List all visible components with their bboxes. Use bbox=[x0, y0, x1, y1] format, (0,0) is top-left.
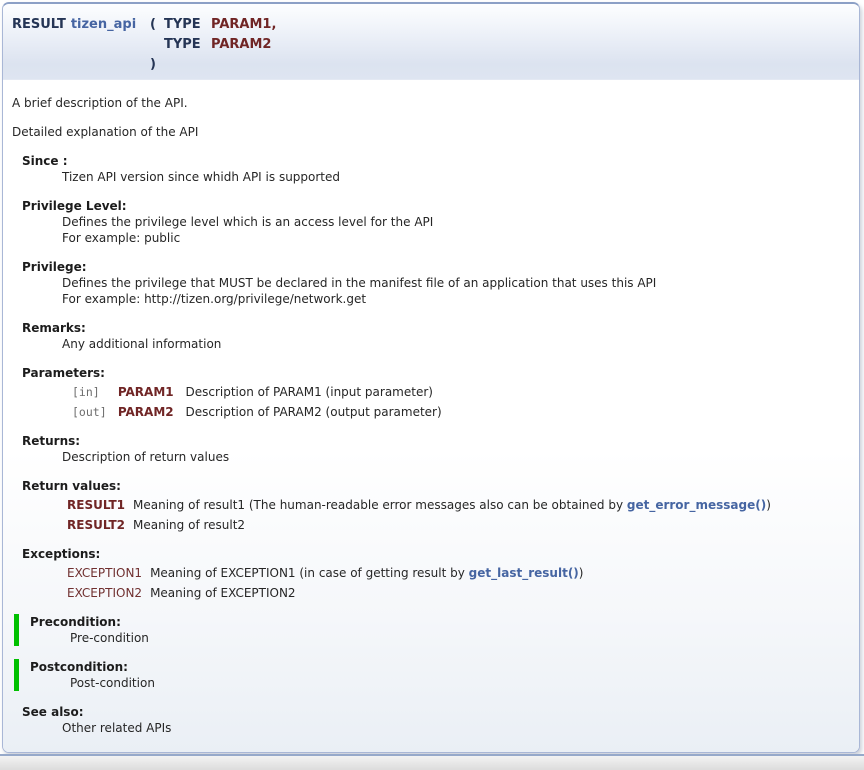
return-value-name: RESULT1 bbox=[67, 498, 125, 512]
return-type: RESULT bbox=[12, 17, 66, 32]
section-precondition-title: Precondition: bbox=[30, 614, 851, 630]
exception-description: Meaning of EXCEPTION2 bbox=[150, 586, 296, 600]
section-see-also: See also: Other related APIs bbox=[22, 704, 851, 736]
section-privilege-level: Privilege Level: Defines the privilege l… bbox=[22, 198, 851, 246]
return-value-description: Meaning of result2 bbox=[133, 518, 245, 532]
param1-name: PARAM1, bbox=[211, 15, 851, 35]
open-paren: ( bbox=[150, 15, 164, 35]
section-parameters-title: Parameters: bbox=[22, 365, 851, 381]
exception-name: EXCEPTION1 bbox=[67, 566, 142, 580]
exception-description-after: ) bbox=[579, 566, 584, 580]
signature-name-cell: RESULT tizen_api bbox=[12, 15, 150, 35]
get-last-result-link[interactable]: get_last_result() bbox=[469, 566, 579, 580]
section-remarks-text: Any additional information bbox=[62, 336, 851, 352]
doc-body: A brief description of the API. Detailed… bbox=[3, 80, 859, 753]
param-direction: [in] bbox=[72, 384, 114, 400]
param-description: Description of PARAM2 (output parameter) bbox=[185, 405, 441, 419]
signature-spacer bbox=[211, 55, 851, 75]
signature-spacer bbox=[164, 55, 211, 75]
signature-spacer bbox=[12, 35, 150, 55]
section-privilege-level-text: Defines the privilege level which is an … bbox=[62, 214, 851, 230]
section-exceptions: Exceptions: EXCEPTION1 Meaning of EXCEPTI… bbox=[22, 546, 851, 601]
detailed-description: Detailed explanation of the API bbox=[12, 124, 851, 140]
section-see-also-title: See also: bbox=[22, 704, 851, 720]
section-return-values-title: Return values: bbox=[22, 478, 851, 494]
section-see-also-text: Other related APIs bbox=[62, 720, 851, 736]
api-doc-box: RESULT tizen_api ( TYPE PARAM1, TYPE PARA… bbox=[2, 2, 860, 753]
return-value-row: RESULT2 Meaning of result2 bbox=[67, 517, 851, 533]
return-value-description: Meaning of result1 (The human-readable e… bbox=[133, 498, 627, 512]
get-error-message-link[interactable]: get_error_message() bbox=[627, 498, 766, 512]
param2-name: PARAM2 bbox=[211, 35, 851, 55]
section-precondition-text: Pre-condition bbox=[70, 630, 851, 646]
section-since-title: Since : bbox=[22, 153, 851, 169]
section-since-text: Tizen API version since whidh API is sup… bbox=[62, 169, 851, 185]
section-remarks: Remarks: Any additional information bbox=[22, 320, 851, 352]
section-returns-text: Description of return values bbox=[62, 449, 851, 465]
section-postcondition-text: Post-condition bbox=[70, 675, 851, 691]
footer-divider bbox=[0, 754, 864, 770]
section-precondition: Precondition: Pre-condition bbox=[14, 614, 851, 646]
section-parameters: Parameters: [in] PARAM1 Description of P… bbox=[22, 365, 851, 420]
section-since: Since : Tizen API version since whidh AP… bbox=[22, 153, 851, 185]
param-name: PARAM1 bbox=[118, 385, 174, 399]
section-privilege: Privilege: Defines the privilege that MU… bbox=[22, 259, 851, 307]
section-returns-title: Returns: bbox=[22, 433, 851, 449]
function-name-link[interactable]: tizen_api bbox=[71, 17, 136, 32]
section-remarks-title: Remarks: bbox=[22, 320, 851, 336]
exception-row: EXCEPTION2 Meaning of EXCEPTION2 bbox=[67, 585, 851, 601]
param-description: Description of PARAM1 (input parameter) bbox=[185, 385, 432, 399]
return-value-description-after: ) bbox=[766, 498, 771, 512]
section-exceptions-title: Exceptions: bbox=[22, 546, 851, 562]
function-signature-header: RESULT tizen_api ( TYPE PARAM1, TYPE PARA… bbox=[3, 4, 859, 80]
brief-description: A brief description of the API. bbox=[12, 95, 851, 111]
parameter-row: [in] PARAM1 Description of PARAM1 (input… bbox=[72, 384, 851, 400]
exception-row: EXCEPTION1 Meaning of EXCEPTION1 (in case… bbox=[67, 565, 851, 581]
exception-name: EXCEPTION2 bbox=[67, 586, 142, 600]
section-privilege-text: Defines the privilege that MUST be decla… bbox=[62, 275, 851, 291]
close-paren: ) bbox=[150, 55, 164, 75]
signature-grid: RESULT tizen_api ( TYPE PARAM1, TYPE PARA… bbox=[12, 15, 851, 75]
param2-type: TYPE bbox=[164, 35, 211, 55]
section-privilege-level-example: For example: public bbox=[62, 230, 851, 246]
signature-spacer bbox=[12, 55, 150, 75]
parameter-row: [out] PARAM2 Description of PARAM2 (outp… bbox=[72, 404, 851, 420]
section-privilege-example: For example: http://tizen.org/privilege/… bbox=[62, 291, 851, 307]
return-value-name: RESULT2 bbox=[67, 518, 125, 532]
section-privilege-title: Privilege: bbox=[22, 259, 851, 275]
param-name: PARAM2 bbox=[118, 405, 174, 419]
return-value-row: RESULT1 Meaning of result1 (The human-rea… bbox=[67, 497, 851, 513]
section-postcondition-title: Postcondition: bbox=[30, 659, 851, 675]
param1-type: TYPE bbox=[164, 15, 211, 35]
section-return-values: Return values: RESULT1 Meaning of result1… bbox=[22, 478, 851, 533]
signature-spacer bbox=[150, 35, 164, 55]
exception-description: Meaning of EXCEPTION1 (in case of gettin… bbox=[150, 566, 469, 580]
section-returns: Returns: Description of return values bbox=[22, 433, 851, 465]
param-direction: [out] bbox=[72, 404, 114, 420]
section-privilege-level-title: Privilege Level: bbox=[22, 198, 851, 214]
section-postcondition: Postcondition: Post-condition bbox=[14, 659, 851, 691]
